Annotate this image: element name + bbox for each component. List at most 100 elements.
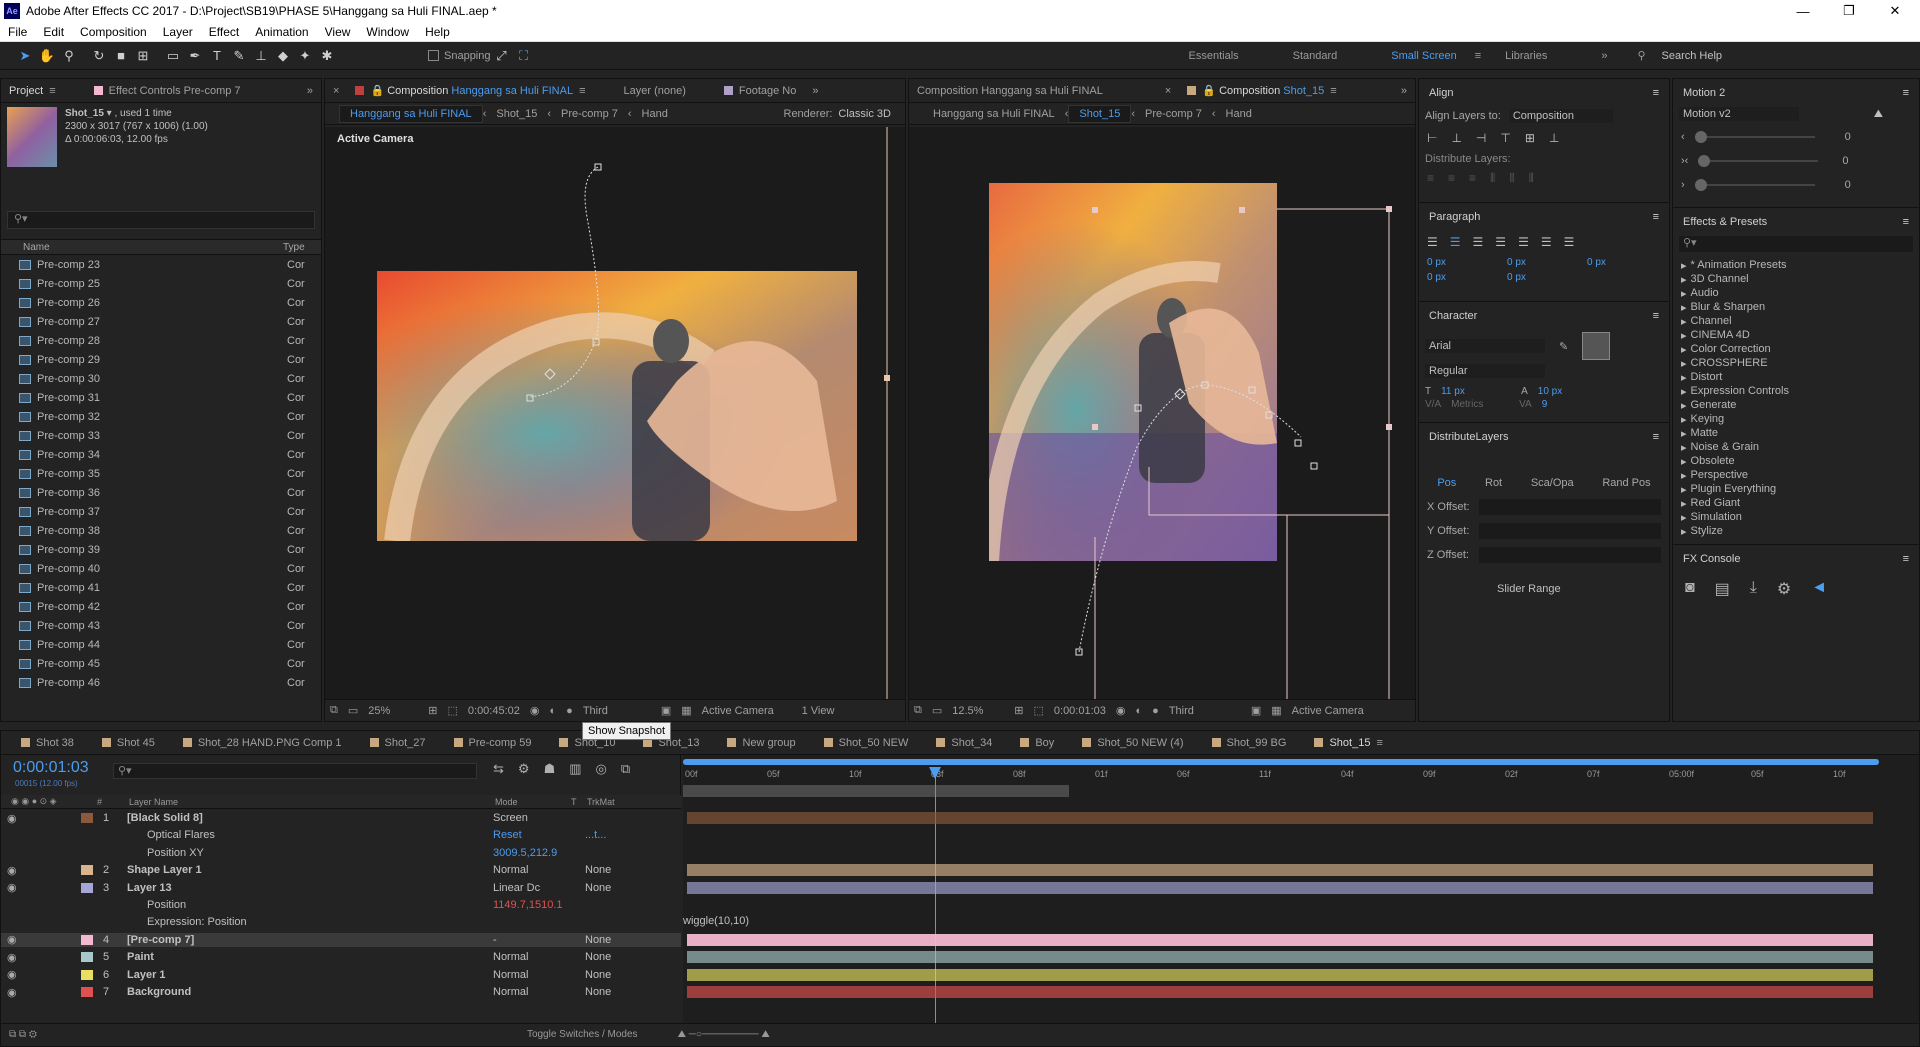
footer-icons[interactable]: ⧉ ⧉ ⚙: [1, 1029, 37, 1040]
magnification-icon[interactable]: ⧉: [325, 704, 343, 717]
close-icon[interactable]: ✕: [1872, 0, 1918, 22]
zoom-dropdown-2[interactable]: 12.5%: [947, 705, 1009, 717]
list-item[interactable]: Pre-comp 34 Cor: [1, 445, 321, 464]
camera-tool-icon[interactable]: ■: [110, 45, 132, 67]
effects-category[interactable]: ▸ Expression Controls: [1673, 384, 1919, 398]
col-trkmat[interactable]: TrkMat: [587, 797, 615, 807]
layer-duration-bar[interactable]: [687, 847, 1873, 859]
label-color[interactable]: [81, 813, 93, 823]
y-offset-input[interactable]: [1479, 523, 1661, 539]
eye-icon[interactable]: ◉: [1, 933, 81, 946]
tab-sca-opa[interactable]: Sca/Opa: [1531, 477, 1574, 489]
x-offset-input[interactable]: [1479, 499, 1661, 515]
expand-triangle-icon[interactable]: ▸: [1681, 427, 1687, 440]
crumb-main[interactable]: Hanggang sa Huli FINAL: [339, 104, 483, 123]
layer-duration-bar[interactable]: [687, 899, 1873, 911]
workspace-menu-icon[interactable]: ≡: [1471, 50, 1485, 62]
panel-overflow-icon[interactable]: »: [299, 79, 321, 102]
layer-mode[interactable]: Normal: [493, 969, 585, 981]
timeline-tab[interactable]: Shot 45: [82, 731, 163, 754]
align-text-left-icon[interactable]: ☰: [1427, 235, 1438, 249]
list-item[interactable]: Pre-comp 39 Cor: [1, 540, 321, 559]
maximize-icon[interactable]: ❐: [1826, 0, 1872, 22]
layer-name[interactable]: Layer 13: [127, 882, 493, 894]
distribute-vcenter-icon[interactable]: ≡: [1448, 171, 1455, 186]
layer-mode[interactable]: Reset: [493, 829, 585, 841]
expand-triangle-icon[interactable]: ▸: [1681, 483, 1687, 496]
expand-triangle-icon[interactable]: ▸: [1681, 259, 1687, 272]
space-before[interactable]: 0 px: [1427, 272, 1507, 283]
layer-mode[interactable]: Normal: [493, 951, 585, 963]
grid-icon[interactable]: ⊞: [423, 704, 442, 717]
effects-category[interactable]: ▸ CROSSPHERE: [1673, 356, 1919, 370]
effects-category[interactable]: ▸ 3D Channel: [1673, 272, 1919, 286]
label-color[interactable]: [81, 865, 93, 876]
layer-duration-bar[interactable]: [687, 829, 1873, 841]
gallery-icon[interactable]: ▤: [1715, 579, 1730, 599]
property-row[interactable]: Expression: Position: [1, 915, 681, 929]
effects-category[interactable]: ▸ Simulation: [1673, 510, 1919, 524]
layer-name[interactable]: Position XY: [127, 847, 493, 859]
rotate-tool-icon[interactable]: ↻: [88, 45, 110, 67]
layer-duration-bar[interactable]: [687, 986, 1873, 998]
hand-tool-icon[interactable]: ✋: [36, 45, 58, 67]
layer-trkmat[interactable]: None: [585, 934, 611, 946]
effects-category[interactable]: ▸ Plugin Everything: [1673, 482, 1919, 496]
label-color[interactable]: [81, 848, 93, 858]
layer-mode[interactable]: Normal: [493, 986, 585, 998]
motion-blur-icon[interactable]: ◎: [596, 761, 607, 777]
layer-mode[interactable]: Linear Dc: [493, 882, 585, 894]
timeline-tab[interactable]: New group: [707, 731, 803, 754]
motion-preset-dropdown[interactable]: Motion v2: [1679, 107, 1799, 121]
camera-dropdown-2[interactable]: Active Camera: [1287, 705, 1369, 717]
clone-stamp-tool-icon[interactable]: ⊥: [250, 45, 272, 67]
expand-triangle-icon[interactable]: ▸: [1681, 343, 1687, 356]
snap-grid-icon[interactable]: ⛶: [513, 45, 535, 67]
eye-icon[interactable]: ◉: [1, 986, 81, 999]
expand-triangle-icon[interactable]: ▸: [1681, 329, 1687, 342]
transparency-icon[interactable]: ▦: [676, 704, 696, 717]
selection-tool-icon[interactable]: ➤: [14, 45, 36, 67]
expand-triangle-icon[interactable]: ▸: [1681, 497, 1687, 510]
col-name[interactable]: Name: [1, 242, 283, 253]
layer-trkmat[interactable]: None: [585, 986, 611, 998]
zoom-tool-icon[interactable]: ⚲: [58, 45, 80, 67]
tab-rot[interactable]: Rot: [1485, 477, 1502, 489]
workspace-essentials[interactable]: Essentials: [1175, 50, 1253, 62]
resolution-dropdown[interactable]: Third: [578, 705, 656, 717]
magnification-icon-2[interactable]: ⧉: [909, 704, 927, 717]
snapshot-icon[interactable]: ◉: [525, 704, 545, 717]
expand-triangle-icon[interactable]: ▸: [1681, 525, 1687, 538]
channel-icon-2[interactable]: ●: [1147, 705, 1164, 717]
expand-triangle-icon[interactable]: ▸: [1681, 441, 1687, 454]
col-type[interactable]: Type: [283, 242, 305, 253]
mask-icon-2[interactable]: ⬚: [1028, 704, 1048, 717]
tab-layer[interactable]: Layer (none): [594, 79, 694, 102]
timeline-tab[interactable]: Shot_27: [350, 731, 434, 754]
effects-category[interactable]: ▸ Perspective: [1673, 468, 1919, 482]
eye-icon[interactable]: ◉: [1, 951, 81, 964]
justify-right-icon[interactable]: ☰: [1541, 235, 1552, 249]
frame-blending-icon[interactable]: ▥: [569, 761, 581, 777]
workspace-standard[interactable]: Standard: [1253, 50, 1352, 62]
workspace-small-screen[interactable]: Small Screen: [1351, 50, 1470, 62]
download-icon[interactable]: ⤓: [1750, 579, 1757, 599]
effects-category[interactable]: ▸ Distort: [1673, 370, 1919, 384]
work-area-bar[interactable]: [683, 785, 1069, 797]
grid-icon-2[interactable]: ⊞: [1009, 704, 1028, 717]
current-time[interactable]: 0:00:45:02: [463, 705, 525, 717]
brush-tool-icon[interactable]: ✎: [228, 45, 250, 67]
expand-triangle-icon[interactable]: ▸: [1681, 371, 1687, 384]
graph-editor-icon[interactable]: ⧉: [621, 761, 630, 777]
list-item[interactable]: Pre-comp 40 Cor: [1, 559, 321, 578]
slider-range-button[interactable]: Slider Range: [1419, 567, 1669, 595]
list-item[interactable]: Pre-comp 35 Cor: [1, 464, 321, 483]
layer-mode[interactable]: Normal: [493, 864, 585, 876]
comp-viewer[interactable]: Active Camera: [325, 127, 905, 699]
eraser-tool-icon[interactable]: ◆: [272, 45, 294, 67]
layer-name[interactable]: Expression: Position: [127, 916, 493, 928]
composition-shot-close-icon[interactable]: ×: [1111, 79, 1179, 102]
send-icon[interactable]: ◄: [1811, 579, 1827, 599]
menu-composition[interactable]: Composition: [72, 25, 155, 39]
pen-tool-icon[interactable]: ✒: [184, 45, 206, 67]
